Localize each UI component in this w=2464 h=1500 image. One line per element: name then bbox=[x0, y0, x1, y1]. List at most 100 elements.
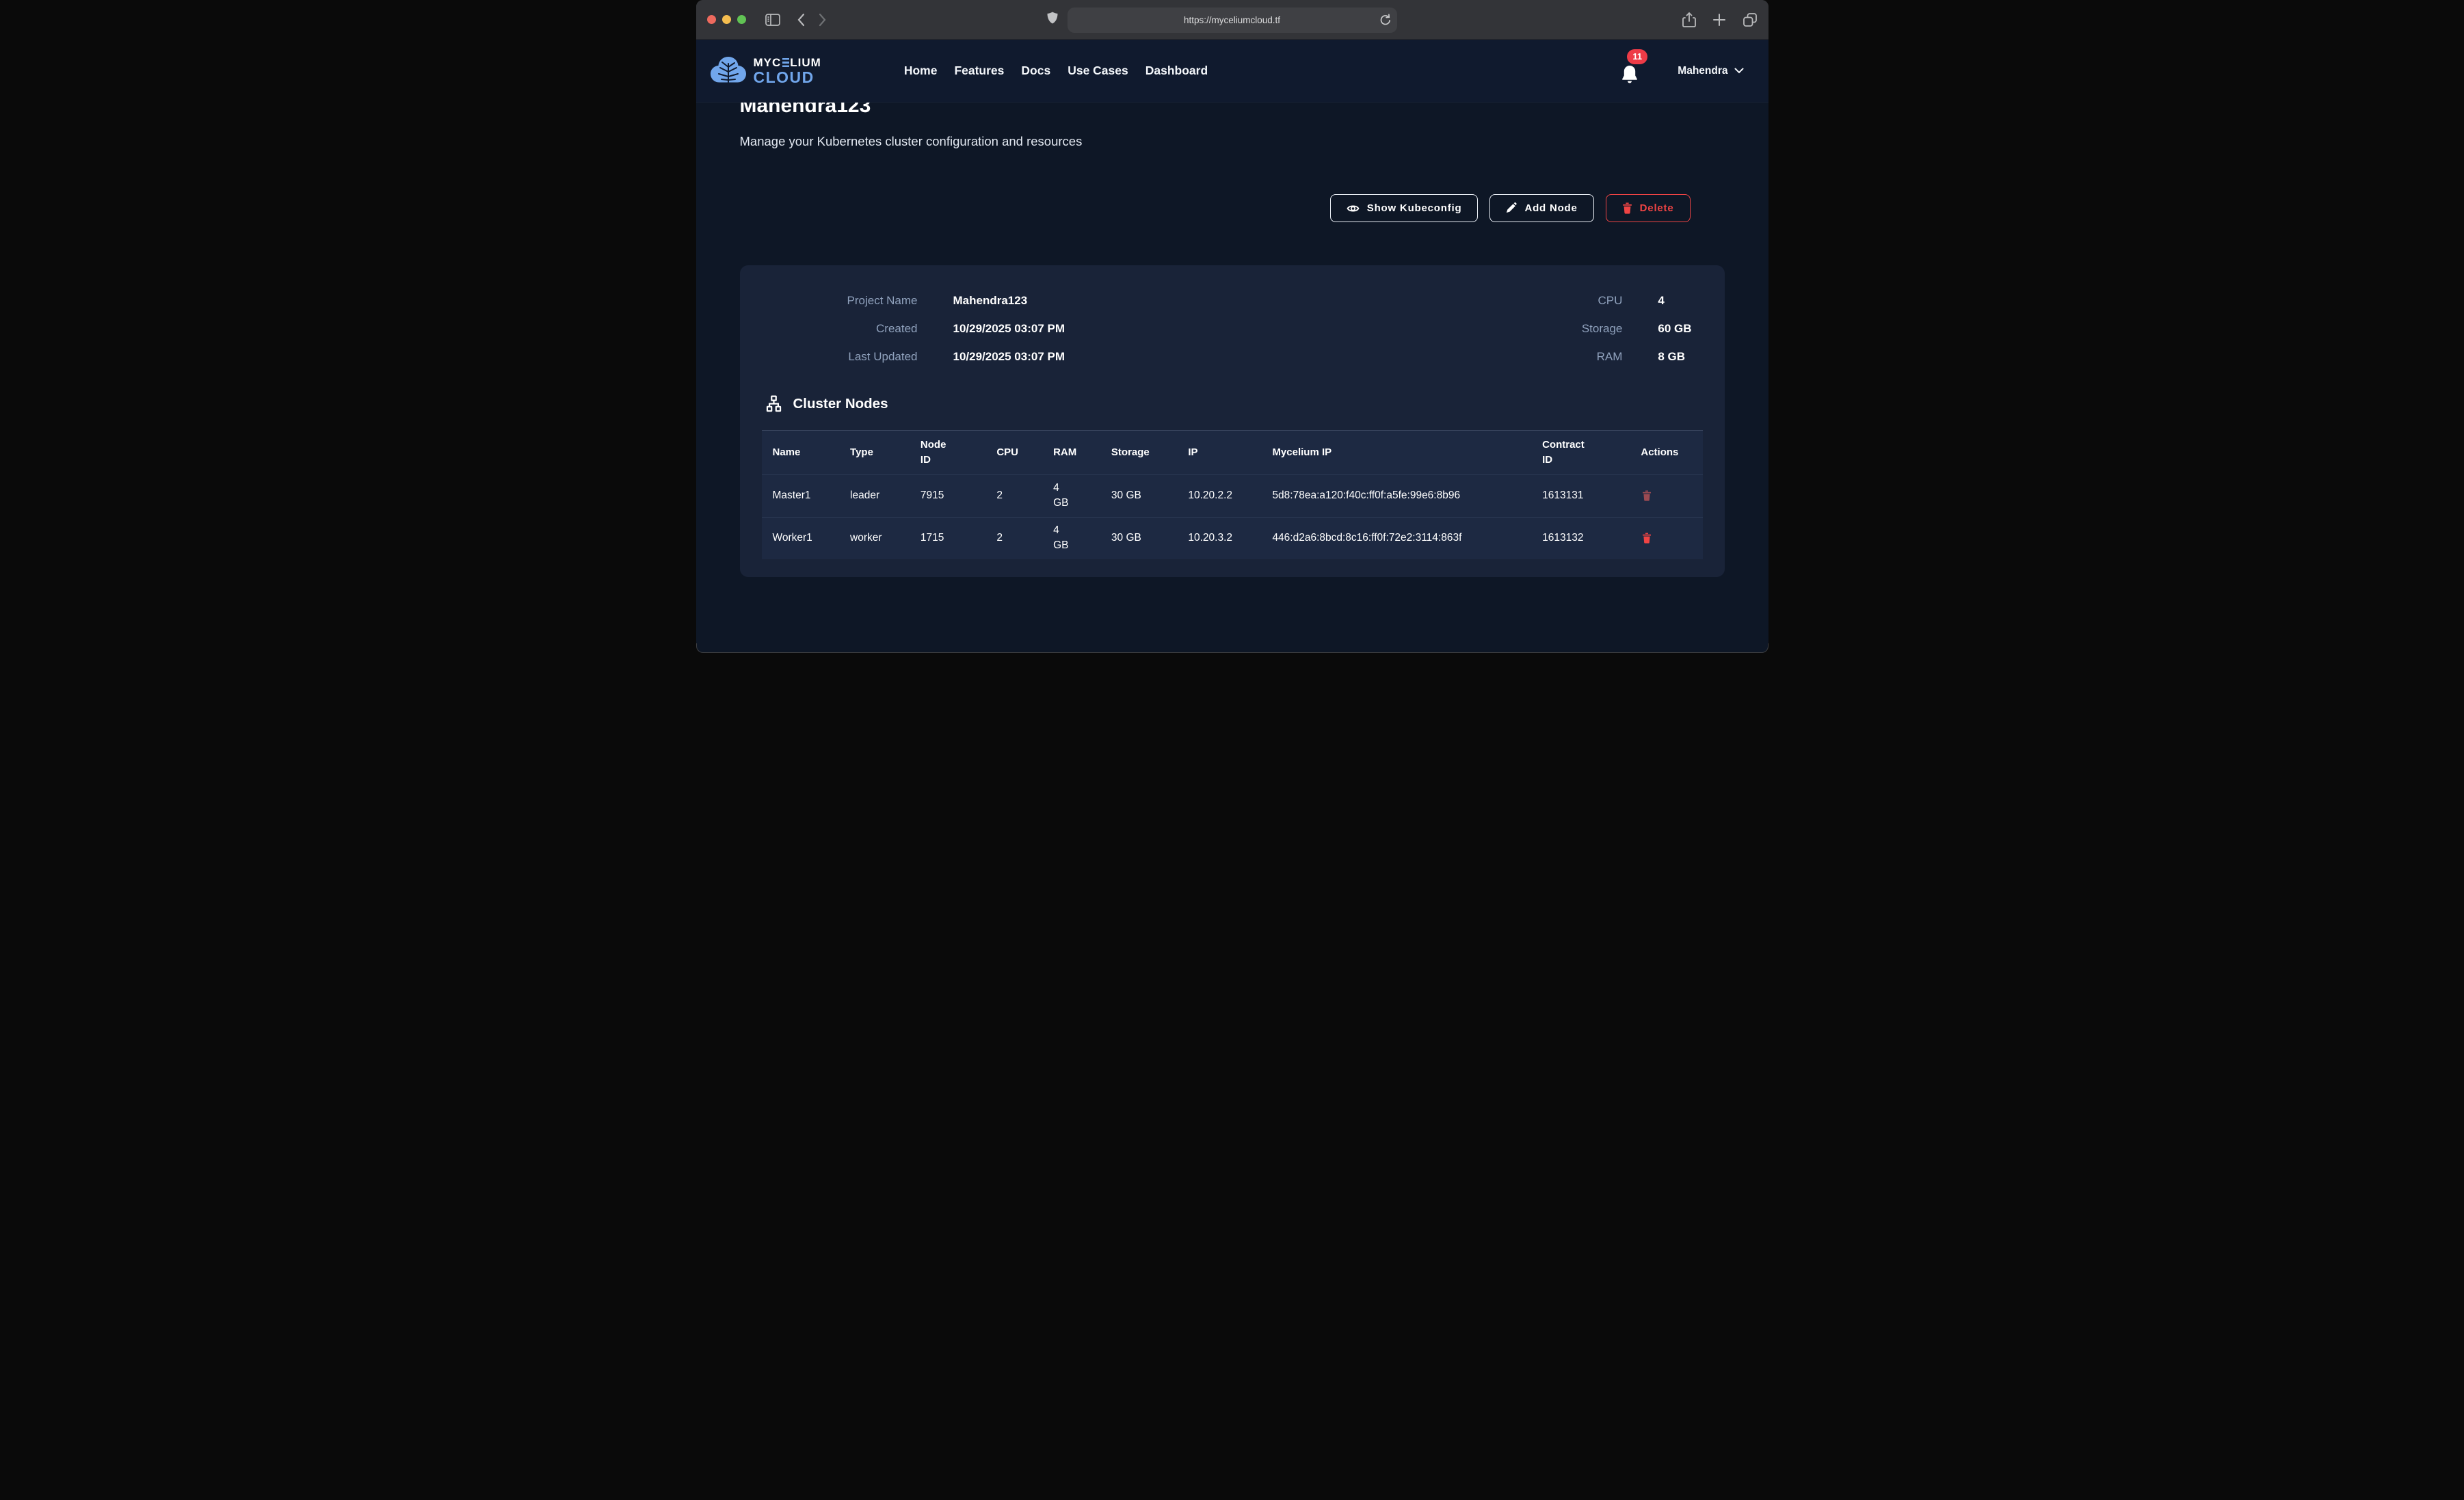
sidebar-toggle-icon[interactable] bbox=[765, 14, 780, 26]
table-row: Worker1 worker 1715 2 4 GB 30 GB 10.20.3… bbox=[762, 517, 1703, 559]
cell-ip: 10.20.2.2 bbox=[1177, 474, 1261, 517]
cell-ram: 4 GB bbox=[1042, 474, 1100, 517]
col-storage: Storage bbox=[1100, 431, 1177, 475]
chrome-right-icons bbox=[1682, 12, 1758, 28]
cell-contract-id: 1613132 bbox=[1531, 517, 1630, 559]
created-label: Created bbox=[876, 322, 917, 336]
user-menu[interactable]: Mahendra bbox=[1678, 65, 1743, 77]
add-node-button[interactable]: Add Node bbox=[1489, 194, 1593, 222]
logo-e-glyph bbox=[782, 58, 789, 67]
mycelium-cloud-logo-icon bbox=[710, 55, 747, 87]
forward-icon[interactable] bbox=[819, 13, 827, 27]
project-info-card: Project Name Mahendra123 Created 10/29/2… bbox=[740, 265, 1725, 577]
cell-ip: 10.20.3.2 bbox=[1177, 517, 1261, 559]
col-type: Type bbox=[839, 431, 910, 475]
browser-chrome: https://myceliumcloud.tf bbox=[696, 0, 1768, 40]
back-icon[interactable] bbox=[797, 13, 805, 27]
cell-type: leader bbox=[839, 474, 910, 517]
ram-value: 8 GB bbox=[1658, 350, 1691, 364]
delete-cluster-button[interactable]: Delete bbox=[1606, 194, 1691, 222]
col-ip: IP bbox=[1177, 431, 1261, 475]
bell-icon bbox=[1620, 64, 1639, 85]
col-mycelium-ip: Mycelium IP bbox=[1261, 431, 1531, 475]
cell-node-id: 7915 bbox=[910, 474, 985, 517]
eye-icon bbox=[1347, 202, 1360, 215]
reload-icon[interactable] bbox=[1379, 13, 1391, 27]
pencil-icon bbox=[1506, 202, 1517, 214]
project-name-value: Mahendra123 bbox=[953, 294, 1065, 308]
cluster-nodes-header: Cluster Nodes bbox=[765, 395, 1703, 412]
cell-contract-id: 1613131 bbox=[1531, 474, 1630, 517]
col-contract-id: Contract ID bbox=[1531, 431, 1630, 475]
delete-label: Delete bbox=[1640, 202, 1674, 214]
project-name-label: Project Name bbox=[847, 294, 918, 308]
share-icon[interactable] bbox=[1682, 12, 1696, 28]
cell-actions bbox=[1630, 474, 1702, 517]
nav-link-home[interactable]: Home bbox=[904, 64, 938, 78]
col-actions: Actions bbox=[1630, 431, 1702, 475]
new-tab-icon[interactable] bbox=[1712, 13, 1726, 27]
notification-count-badge: 11 bbox=[1627, 49, 1647, 64]
cell-node-id: 1715 bbox=[910, 517, 985, 559]
nav-link-docs[interactable]: Docs bbox=[1021, 64, 1050, 78]
storage-label: Storage bbox=[1582, 322, 1623, 336]
show-kubeconfig-label: Show Kubeconfig bbox=[1367, 202, 1462, 214]
brand-text: MYCLIUM CLOUD bbox=[754, 57, 821, 85]
chevron-down-icon bbox=[1734, 68, 1744, 74]
last-updated-value: 10/29/2025 03:07 PM bbox=[953, 350, 1065, 364]
page-subtitle: Manage your Kubernetes cluster configura… bbox=[740, 133, 1725, 150]
site-navbar: MYCLIUM CLOUD Home Features Docs Use Cas… bbox=[696, 40, 1768, 103]
col-node-id: Node ID bbox=[910, 431, 985, 475]
col-cpu: CPU bbox=[985, 431, 1042, 475]
add-node-label: Add Node bbox=[1524, 202, 1577, 214]
brand-logo[interactable]: MYCLIUM CLOUD bbox=[710, 55, 821, 87]
nav-links: Home Features Docs Use Cases Dashboard bbox=[904, 64, 1208, 78]
cpu-value: 4 bbox=[1658, 294, 1691, 308]
address-bar[interactable]: https://myceliumcloud.tf bbox=[1068, 8, 1397, 33]
trash-icon bbox=[1642, 533, 1652, 544]
storage-value: 60 GB bbox=[1658, 322, 1691, 336]
cell-mycelium-ip: 5d8:78ea:a120:f40c:ff0f:a5fe:99e6:8b96 bbox=[1261, 474, 1531, 517]
ram-label: RAM bbox=[1597, 350, 1623, 364]
project-info-grid: Project Name Mahendra123 Created 10/29/2… bbox=[762, 294, 1703, 364]
notifications-bell[interactable]: 11 bbox=[1619, 57, 1642, 85]
last-updated-label: Last Updated bbox=[848, 350, 917, 364]
cell-actions bbox=[1630, 517, 1702, 559]
cell-ram: 4 GB bbox=[1042, 517, 1100, 559]
cluster-page: Mahendra123 Manage your Kubernetes clust… bbox=[696, 93, 1768, 643]
cell-name: Master1 bbox=[762, 474, 840, 517]
zoom-window-button[interactable] bbox=[737, 15, 746, 24]
delete-node-button[interactable] bbox=[1641, 489, 1653, 503]
cell-name: Worker1 bbox=[762, 517, 840, 559]
cell-type: worker bbox=[839, 517, 910, 559]
table-row: Master1 leader 7915 2 4 GB 30 GB 10.20.2… bbox=[762, 474, 1703, 517]
cpu-label: CPU bbox=[1598, 294, 1622, 308]
cell-storage: 30 GB bbox=[1100, 474, 1177, 517]
project-info-right: CPU 4 Storage 60 GB RAM 8 GB bbox=[1206, 294, 1691, 364]
nav-link-features[interactable]: Features bbox=[954, 64, 1004, 78]
brand-myc: MYC bbox=[754, 57, 782, 68]
traffic-lights bbox=[707, 15, 746, 24]
tab-overview-icon[interactable] bbox=[1743, 12, 1758, 27]
cell-mycelium-ip: 446:d2a6:8bcd:8c16:ff0f:72e2:3114:863f bbox=[1261, 517, 1531, 559]
cluster-actions: Show Kubeconfig Add Node Delete bbox=[740, 194, 1725, 222]
table-header-row: Name Type Node ID CPU RAM Storage IP Myc… bbox=[762, 431, 1703, 475]
created-value: 10/29/2025 03:07 PM bbox=[953, 322, 1065, 336]
brand-cloud: CLOUD bbox=[754, 70, 821, 85]
nav-link-dashboard[interactable]: Dashboard bbox=[1145, 64, 1208, 78]
sitemap-icon bbox=[765, 395, 783, 412]
cell-storage: 30 GB bbox=[1100, 517, 1177, 559]
cell-cpu: 2 bbox=[985, 517, 1042, 559]
show-kubeconfig-button[interactable]: Show Kubeconfig bbox=[1330, 194, 1479, 222]
nav-link-use-cases[interactable]: Use Cases bbox=[1068, 64, 1128, 78]
close-window-button[interactable] bbox=[707, 15, 716, 24]
delete-node-button[interactable] bbox=[1641, 531, 1653, 545]
browser-window: https://myceliumcloud.tf bbox=[696, 0, 1768, 653]
cluster-nodes-table: Name Type Node ID CPU RAM Storage IP Myc… bbox=[762, 430, 1703, 559]
minimize-window-button[interactable] bbox=[722, 15, 731, 24]
col-name: Name bbox=[762, 431, 840, 475]
privacy-shield-icon bbox=[1046, 12, 1059, 27]
trash-icon bbox=[1622, 202, 1632, 214]
cell-cpu: 2 bbox=[985, 474, 1042, 517]
col-ram: RAM bbox=[1042, 431, 1100, 475]
